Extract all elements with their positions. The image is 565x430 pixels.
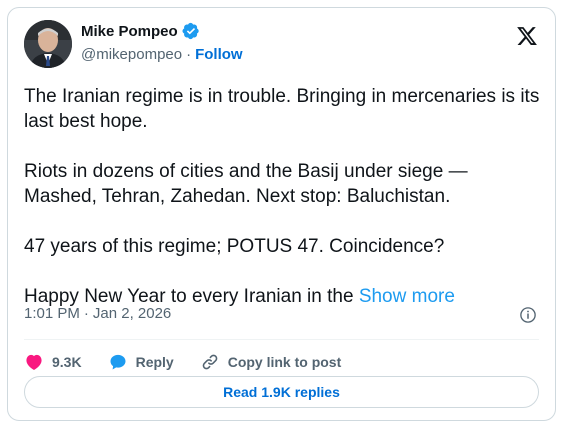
like-count: 9.3K bbox=[52, 354, 82, 370]
tweet-timestamp[interactable]: 1:01 PM · Jan 2, 2026 bbox=[24, 305, 171, 322]
author-handle-row: @mikepompeo · Follow bbox=[81, 46, 243, 63]
read-replies-button[interactable]: Read 1.9K replies bbox=[24, 376, 539, 408]
author-name-row: Mike Pompeo bbox=[81, 22, 200, 40]
avatar[interactable] bbox=[24, 20, 72, 68]
tweet-paragraph-text: Happy New Year to every Iranian in the bbox=[24, 286, 359, 307]
reply-label: Reply bbox=[135, 354, 174, 370]
heart-icon bbox=[26, 354, 42, 370]
author-name[interactable]: Mike Pompeo bbox=[81, 23, 178, 40]
divider bbox=[24, 339, 539, 340]
tweet-paragraph: The Iranian regime is in trouble. Bringi… bbox=[24, 86, 540, 132]
separator: · bbox=[83, 305, 89, 322]
profile-photo bbox=[24, 20, 72, 68]
show-more-link[interactable]: Show more bbox=[359, 286, 455, 307]
verified-badge-icon bbox=[182, 22, 199, 40]
x-logo-icon[interactable] bbox=[516, 25, 538, 47]
read-replies-label: Read 1.9K replies bbox=[223, 384, 340, 400]
separator: · bbox=[186, 46, 192, 63]
tweet-date: Jan 2, 2026 bbox=[92, 305, 172, 322]
copy-link-label: Copy link to post bbox=[227, 354, 342, 370]
link-icon bbox=[202, 354, 218, 370]
copy-link-button[interactable]: Copy link to post bbox=[200, 352, 342, 372]
action-bar: 9.3K Reply Copy link to post bbox=[24, 346, 367, 378]
follow-button[interactable]: Follow bbox=[195, 46, 243, 63]
info-icon[interactable] bbox=[519, 306, 537, 324]
reply-button[interactable]: Reply bbox=[108, 352, 174, 372]
tweet-paragraph: Riots in dozens of cities and the Basij … bbox=[24, 161, 468, 207]
like-button[interactable]: 9.3K bbox=[24, 352, 82, 372]
reply-bubble-icon bbox=[110, 354, 126, 370]
tweet-text: The Iranian regime is in trouble. Bringi… bbox=[24, 84, 544, 309]
tweet-embed-card: Mike Pompeo @mikepompeo · Follow The Ira… bbox=[7, 7, 556, 421]
tweet-time: 1:01 PM bbox=[24, 305, 80, 322]
author-handle[interactable]: @mikepompeo bbox=[81, 46, 182, 63]
tweet-paragraph: 47 years of this regime; POTUS 47. Coinc… bbox=[24, 236, 445, 257]
